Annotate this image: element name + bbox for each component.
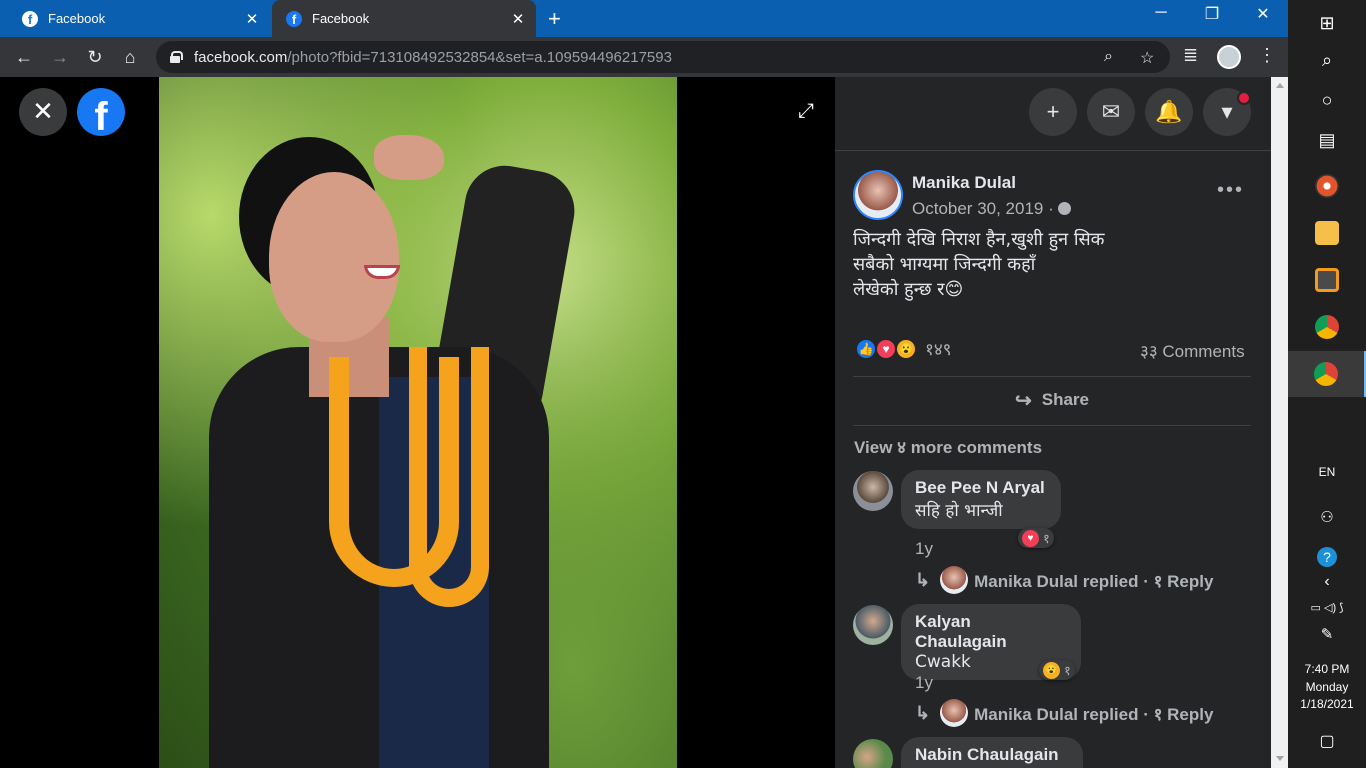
author-name[interactable]: Manika Dulal: [912, 173, 1016, 193]
facebook-favicon-icon: f: [22, 10, 38, 27]
comment-count[interactable]: ३३ Comments: [1140, 339, 1245, 362]
view-replies-link[interactable]: ↳ Manika Dulal replied · १ Reply: [915, 699, 1213, 727]
lock-icon[interactable]: [170, 51, 183, 63]
reload-icon[interactable]: ↻: [83, 45, 107, 69]
author-avatar[interactable]: [853, 170, 903, 220]
reply-summary: Manika Dulal replied · १ Reply: [974, 704, 1214, 724]
wow-reaction-icon: 😮: [1043, 661, 1060, 679]
share-button[interactable]: ↪ Share: [853, 382, 1251, 418]
commenter-name[interactable]: Nabin Chaulagain: [915, 745, 1069, 765]
zoom-icon[interactable]: ⌕: [1104, 48, 1113, 66]
comment-bubble: Nabin Chaulagain: [901, 737, 1083, 768]
clock-day[interactable]: Monday: [1288, 680, 1366, 694]
like-reaction-icon: 👍: [855, 337, 877, 360]
comment-reaction[interactable]: 😮 १: [1039, 660, 1075, 680]
post-photo[interactable]: [159, 77, 677, 768]
share-icon: ↪: [1014, 389, 1032, 412]
reply-arrow-icon: ↳: [915, 569, 931, 590]
messenger-icon[interactable]: ✉: [1087, 88, 1135, 136]
comment-reaction-count: १: [1064, 663, 1071, 678]
clock-date[interactable]: 1/18/2021: [1288, 697, 1366, 711]
minimize-icon[interactable]: ─: [1146, 4, 1176, 22]
share-label: Share: [1041, 390, 1089, 409]
reply-author-avatar: [940, 566, 969, 594]
comment-reaction[interactable]: ♥ १: [1018, 528, 1054, 548]
task-view-icon[interactable]: ▤: [1288, 117, 1366, 163]
love-reaction-icon: ♥: [1022, 529, 1039, 547]
post-date[interactable]: October 30, 2019 ·: [912, 199, 1071, 219]
url-host: facebook.com: [194, 48, 288, 66]
commenter-avatar[interactable]: [853, 739, 893, 768]
browser-tab-1[interactable]: f Facebook ✕: [8, 0, 270, 37]
windows-taskbar: ⊞ ⌕ ○ ▤ EN ⚇ ? ‹ ▭ ◁) ⟆ ✎ 7:40 PM Monday…: [1288, 0, 1366, 768]
chrome-menu-icon[interactable]: ⋮: [1258, 45, 1276, 66]
comment-text: सहि हो भान्जी: [915, 501, 1003, 521]
post-caption: जिन्दगी देखि निराश हैन,खुशी हुन सिक सबैक…: [853, 229, 1105, 300]
divider: [853, 425, 1251, 426]
address-bar[interactable]: facebook.com/photo?fbid=713108492532854&…: [156, 41, 1170, 73]
back-icon[interactable]: ←: [12, 45, 36, 69]
window-close-icon[interactable]: ✕: [1248, 4, 1278, 24]
view-replies-link[interactable]: ↳ Manika Dulal replied · १ Reply: [915, 566, 1213, 594]
reply-summary: Manika Dulal replied · १ Reply: [974, 571, 1214, 591]
commenter-avatar[interactable]: [853, 605, 893, 645]
view-more-comments-link[interactable]: View ४ more comments: [854, 435, 1042, 458]
browser-toolbar: ← → ↻ ⌂ facebook.com/photo?fbid=71310849…: [0, 37, 1288, 77]
reply-author-avatar: [940, 699, 969, 727]
comment-bubble: Bee Pee N Aryal सहि हो भान्जी: [901, 470, 1061, 529]
chrome-profile-app-icon[interactable]: [1288, 351, 1366, 397]
post-side-panel: + ✉ 🔔 ▾ Manika Dulal October 30, 2019 · …: [835, 77, 1271, 768]
file-explorer-app-icon[interactable]: [1288, 210, 1366, 256]
facebook-favicon-icon: f: [286, 10, 302, 27]
browser-tab-strip: f Facebook ✕ f Facebook ✕ + ─ ❐ ✕: [0, 0, 1288, 37]
action-center-icon[interactable]: ▢: [1288, 718, 1366, 764]
commenter-name[interactable]: Bee Pee N Aryal: [915, 478, 1047, 498]
globe-icon: [1057, 202, 1071, 215]
commenter-avatar[interactable]: [853, 471, 893, 511]
expand-icon[interactable]: ⤢: [794, 99, 818, 123]
commenter-name[interactable]: Kalyan Chaulagain: [915, 612, 1067, 652]
close-icon[interactable]: ✕: [19, 88, 67, 136]
clock-time[interactable]: 7:40 PM: [1288, 662, 1366, 676]
url-path: /photo?fbid=713108492532854&set=a.109594…: [287, 48, 672, 66]
browser-tab-2[interactable]: f Facebook ✕: [272, 0, 536, 37]
comment-reaction-count: १: [1043, 531, 1050, 546]
page-scrollbar[interactable]: [1271, 77, 1288, 768]
media-player-app-icon[interactable]: [1288, 163, 1366, 209]
photo-viewer: ✕ f ⤢: [0, 77, 835, 768]
facebook-logo-icon[interactable]: f: [77, 88, 125, 136]
chrome-app-icon[interactable]: [1288, 304, 1366, 350]
notification-badge: [1237, 91, 1251, 105]
scroll-down-icon[interactable]: [1276, 756, 1284, 761]
create-icon[interactable]: +: [1029, 88, 1077, 136]
scroll-up-icon[interactable]: [1276, 83, 1284, 88]
bookmark-star-icon[interactable]: ☆: [1140, 48, 1154, 68]
restore-icon[interactable]: ❐: [1197, 4, 1227, 24]
notifications-bell-icon[interactable]: 🔔: [1145, 88, 1193, 136]
home-icon[interactable]: ⌂: [118, 45, 142, 69]
media-control-icon[interactable]: ≣: [1183, 45, 1198, 66]
more-options-icon[interactable]: •••: [1217, 179, 1244, 202]
new-tab-icon[interactable]: +: [548, 6, 561, 32]
reply-arrow-icon: ↳: [915, 702, 931, 723]
facebook-header-actions: + ✉ 🔔 ▾: [835, 77, 1271, 151]
comment-time[interactable]: 1y: [915, 673, 933, 693]
love-reaction-icon: ♥: [875, 337, 897, 360]
comment-time[interactable]: 1y: [915, 539, 933, 559]
pen-icon[interactable]: ✎: [1288, 614, 1366, 654]
profile-avatar[interactable]: [1217, 45, 1241, 69]
forward-icon[interactable]: →: [48, 45, 72, 69]
language-indicator[interactable]: EN: [1288, 465, 1366, 479]
divider: [853, 376, 1251, 377]
tab-close-icon[interactable]: ✕: [506, 10, 530, 28]
tab-close-icon[interactable]: ✕: [240, 10, 264, 28]
sublime-app-icon[interactable]: [1288, 257, 1366, 303]
tab-title: Facebook: [312, 11, 370, 26]
reaction-summary[interactable]: 👍 ♥ 😮 १४९: [855, 337, 952, 360]
wow-reaction-icon: 😮: [895, 337, 917, 360]
reaction-count: १४९: [925, 340, 952, 359]
tab-title: Facebook: [48, 11, 106, 26]
